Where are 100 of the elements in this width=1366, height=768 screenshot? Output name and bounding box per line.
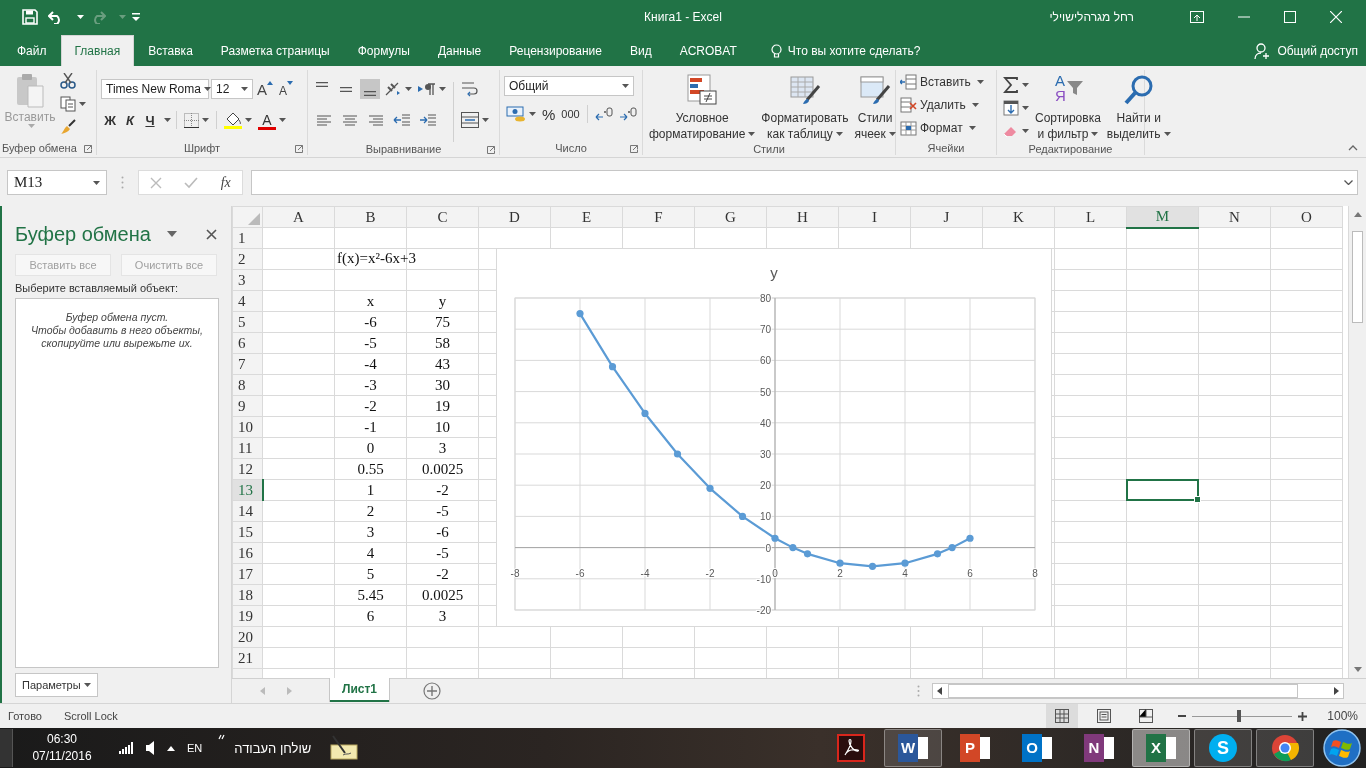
- row-header[interactable]: 5: [232, 311, 263, 333]
- check-icon[interactable]: [184, 176, 199, 189]
- row-header[interactable]: 3: [232, 269, 263, 291]
- scroll-thumb[interactable]: [1352, 231, 1363, 323]
- font-color-button[interactable]: A: [256, 110, 288, 130]
- column-header[interactable]: B: [334, 206, 407, 228]
- font-size-dropdown[interactable]: 12: [211, 79, 253, 99]
- row-header[interactable]: 4: [232, 290, 263, 312]
- ribbon-tab[interactable]: Данные: [423, 36, 496, 66]
- ribbon-tab[interactable]: ACROBAT: [665, 36, 751, 66]
- taskbar-app[interactable]: X: [1132, 729, 1190, 767]
- view-button[interactable]: [1046, 704, 1079, 728]
- zoom-level[interactable]: 100%: [1327, 709, 1358, 723]
- row-header[interactable]: 17: [232, 563, 263, 585]
- ribbon-tab[interactable]: Вид: [615, 36, 666, 66]
- name-box[interactable]: M13: [7, 170, 107, 195]
- pane-menu-icon[interactable]: [166, 231, 177, 237]
- taskbar-app[interactable]: W: [884, 729, 942, 767]
- tray-arrow-icon[interactable]: [167, 745, 175, 751]
- formula-input[interactable]: [251, 170, 1358, 195]
- scroll-down-icon[interactable]: [1353, 667, 1362, 672]
- column-header[interactable]: H: [766, 206, 839, 228]
- row-header[interactable]: 1: [232, 227, 263, 249]
- ribbon-tab[interactable]: Вставка: [134, 36, 207, 66]
- close-icon[interactable]: [206, 228, 217, 240]
- column-header[interactable]: I: [838, 206, 911, 228]
- column-header[interactable]: C: [406, 206, 479, 228]
- autosum-button[interactable]: [1001, 75, 1031, 95]
- row-header[interactable]: 10: [232, 416, 263, 438]
- column-header[interactable]: G: [694, 206, 767, 228]
- expand-icon[interactable]: [1344, 180, 1353, 185]
- borders-button[interactable]: [182, 110, 211, 130]
- row-header[interactable]: 6: [232, 332, 263, 354]
- cells-button[interactable]: Формат: [900, 118, 976, 138]
- speaker-icon[interactable]: [146, 741, 155, 755]
- dialog-launcher-icon[interactable]: [295, 145, 303, 153]
- cells-button[interactable]: Вставить: [900, 72, 984, 92]
- zoom-in-icon[interactable]: [1298, 711, 1308, 721]
- options-button[interactable]: Параметры: [15, 673, 98, 697]
- row-header[interactable]: 19: [232, 605, 263, 627]
- font-name-dropdown[interactable]: Times New Roma: [101, 79, 209, 99]
- sheet-tab[interactable]: Лист1: [330, 678, 390, 702]
- ribbon-tab[interactable]: Разметка страницы: [206, 36, 344, 66]
- collapse-ribbon-icon[interactable]: [1348, 145, 1358, 151]
- signal-icon[interactable]: [119, 742, 134, 754]
- scroll-thumb[interactable]: [948, 684, 1298, 698]
- scroll-up-icon[interactable]: [1353, 212, 1362, 217]
- decrease-font-button[interactable]: A: [277, 79, 296, 99]
- row-header[interactable]: 15: [232, 521, 263, 543]
- column-header[interactable]: O: [1270, 206, 1343, 228]
- dialog-launcher-icon[interactable]: [487, 146, 495, 154]
- ribbon-display-icon[interactable]: [1190, 10, 1204, 23]
- taskbar-app[interactable]: O: [1008, 729, 1066, 767]
- language-indicator[interactable]: EN: [187, 742, 203, 754]
- column-header[interactable]: F: [622, 206, 695, 228]
- merge-button[interactable]: [459, 110, 491, 130]
- row-header[interactable]: 12: [232, 458, 263, 480]
- column-header[interactable]: J: [910, 206, 983, 228]
- ribbon-tab[interactable]: Файл: [0, 36, 61, 66]
- clock-time[interactable]: 06:30: [17, 731, 107, 748]
- save-icon[interactable]: [22, 8, 38, 25]
- currency-button[interactable]: [504, 104, 538, 124]
- row-header[interactable]: 13: [232, 479, 263, 501]
- column-header[interactable]: N: [1198, 206, 1271, 228]
- ribbon-tab[interactable]: Формулы: [343, 36, 424, 66]
- insert-function-button[interactable]: fx: [220, 174, 231, 191]
- chart[interactable]: y -20 -10 0 10 20 30 40 50 60 70 80 -8 -6 -4 -2 0 2 4 6 8: [496, 248, 1052, 627]
- taskbar-app[interactable]: P: [946, 729, 1004, 767]
- row-header[interactable]: 9: [232, 395, 263, 417]
- add-sheet-icon[interactable]: [423, 682, 442, 700]
- styles-button[interactable]: Стили ячеек: [852, 74, 898, 142]
- underline-button[interactable]: Ч: [141, 110, 159, 130]
- cells-button[interactable]: Удалить: [900, 95, 979, 115]
- ribbon-tab[interactable]: Главная: [60, 35, 135, 66]
- start-icon[interactable]: [1322, 728, 1362, 768]
- row-header[interactable]: 21: [232, 647, 263, 669]
- scroll-left-icon[interactable]: [937, 687, 942, 695]
- share-button[interactable]: Общий доступ: [1254, 36, 1358, 66]
- column-header[interactable]: A: [262, 206, 335, 228]
- styles-button[interactable]: Форматировать как таблицу: [759, 74, 851, 142]
- row-header[interactable]: 7: [232, 353, 263, 375]
- vertical-align-button[interactable]: [360, 79, 380, 99]
- find-button[interactable]: Найти и выделить: [1104, 74, 1173, 142]
- styles-button[interactable]: Условное форматирование: [647, 74, 758, 142]
- clock-date[interactable]: 07/11/2016: [17, 748, 107, 765]
- increase-font-button[interactable]: A: [255, 79, 275, 99]
- row-header[interactable]: 20: [232, 626, 263, 648]
- dialog-launcher-icon[interactable]: [630, 145, 638, 153]
- taskbar-app[interactable]: [1256, 729, 1314, 767]
- row-header[interactable]: 14: [232, 500, 263, 522]
- column-header[interactable]: E: [550, 206, 623, 228]
- row-header[interactable]: 2: [232, 248, 263, 270]
- row-header[interactable]: 8: [232, 374, 263, 396]
- column-header[interactable]: L: [1054, 206, 1127, 228]
- column-header[interactable]: M: [1126, 206, 1199, 228]
- row-header[interactable]: 18: [232, 584, 263, 606]
- selected-cell[interactable]: [1126, 479, 1199, 501]
- taskbar-app[interactable]: N: [1070, 729, 1128, 767]
- chevron-icon[interactable]: [218, 734, 227, 740]
- thousands-button[interactable]: 000: [559, 104, 582, 124]
